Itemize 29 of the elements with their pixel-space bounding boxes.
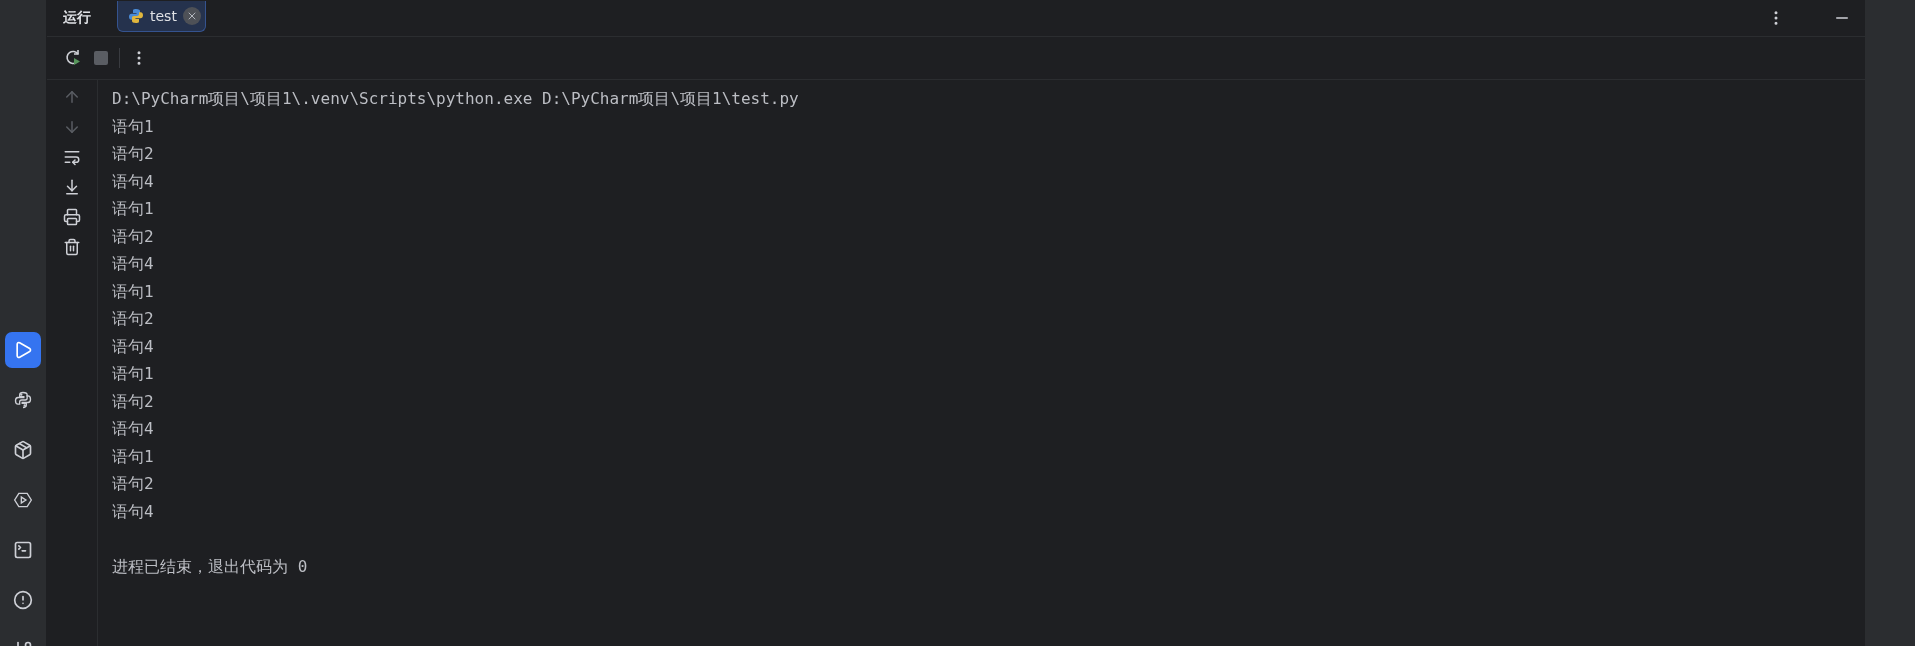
output-line: 语句1 [112,198,155,220]
command-line: D:\PyCharm项目\项目1\.venv\Scripts\python.exe D:\PyCharm项目\项目1\test.py [112,88,800,110]
output-line: 语句2 [112,390,155,413]
output-line: 语句1 [112,445,155,468]
output-line: 语句4 [112,418,155,440]
output-line: 语句2 [112,308,155,330]
output-line: 语句4 [112,500,155,523]
exit-message: 进程已结束，退出代码为 0 [112,555,309,578]
arrow-down-icon[interactable] [63,118,81,136]
output-line: 语句1 [112,280,155,303]
scroll-to-end-icon[interactable] [63,178,81,196]
output-line: 语句4 [112,335,155,358]
output-line: 语句1 [112,363,155,385]
run-icon[interactable] [5,332,41,368]
rerun-icon[interactable] [63,48,83,68]
trash-icon[interactable] [63,238,81,256]
run-tab[interactable]: test [117,0,206,32]
output-line: 语句1 [112,115,155,138]
close-button[interactable] [182,6,201,25]
print-icon[interactable] [63,208,81,226]
output-line: 语句2 [112,143,155,165]
soft-wrap-icon[interactable] [63,148,81,166]
stop-icon[interactable] [93,50,109,66]
output-line: 语句4 [112,253,155,275]
output-line: 语句2 [112,473,155,495]
python-logo-icon [128,7,144,24]
tool-window-title: 运行 [63,9,91,27]
output-line: 语句2 [112,225,155,248]
output-line: 语句4 [112,170,155,193]
